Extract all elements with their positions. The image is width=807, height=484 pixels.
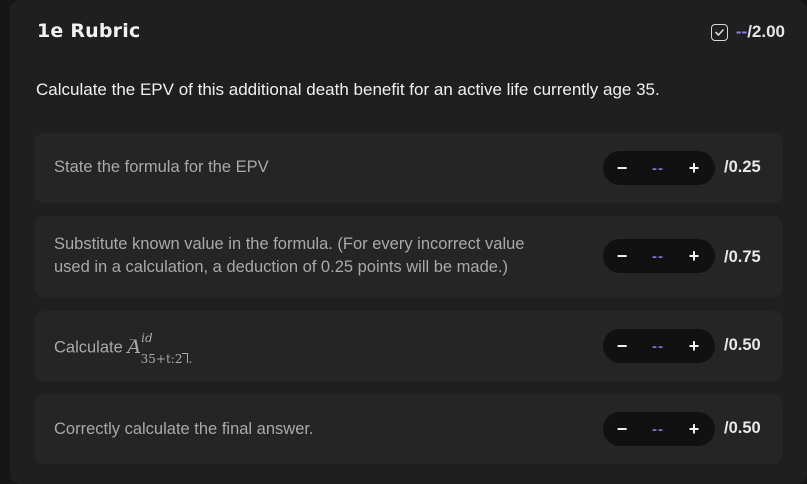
math-subscript: 35+t:2. bbox=[140, 351, 193, 366]
rubric-title: 1e Rubric bbox=[37, 20, 141, 42]
rubric-panel: 1e Rubric --/2.00 Calculate the EPV of t… bbox=[10, 0, 807, 484]
math-superscript: id bbox=[141, 331, 153, 345]
total-score-value: -- bbox=[735, 22, 748, 41]
math-expression: ‾ A id35+t:2. bbox=[127, 331, 193, 366]
score-stepper: − -- + bbox=[603, 412, 715, 446]
decrement-button[interactable]: − bbox=[615, 420, 629, 438]
rubric-item-text: Substitute known value in the formula. (… bbox=[54, 233, 524, 279]
rubric-item: Substitute known value in the formula. (… bbox=[34, 216, 783, 298]
score-input[interactable]: -- bbox=[652, 248, 664, 265]
max-points: /0.50 bbox=[724, 336, 761, 354]
score-input[interactable]: -- bbox=[652, 421, 664, 438]
rubric-item-label: Calculate bbox=[54, 338, 123, 357]
max-points: /0.75 bbox=[724, 248, 761, 266]
max-points: /0.25 bbox=[724, 158, 761, 176]
rubric-item-text: State the formula for the EPV bbox=[54, 158, 269, 176]
decrement-button[interactable]: − bbox=[615, 247, 629, 265]
increment-button[interactable]: + bbox=[687, 247, 701, 265]
question-text: Calculate the EPV of this additional dea… bbox=[36, 80, 660, 99]
increment-button[interactable]: + bbox=[687, 337, 701, 355]
rubric-item: Correctly calculate the final answer. − … bbox=[34, 394, 783, 464]
checkbox-check-icon[interactable] bbox=[710, 23, 728, 41]
rubric-item-text-line: used in a calculation, a deduction of 0.… bbox=[54, 258, 509, 276]
score-input[interactable]: -- bbox=[652, 338, 664, 355]
max-points: /0.50 bbox=[724, 419, 761, 437]
rubric-item-text: Calculate ‾ A id35+t:2. bbox=[54, 331, 204, 366]
decrement-button[interactable]: − bbox=[615, 337, 629, 355]
rubric-item: Calculate ‾ A id35+t:2. − -- + /0.50 bbox=[34, 311, 783, 381]
total-score-max: /2.00 bbox=[747, 22, 785, 41]
rubric-item-text: Correctly calculate the final answer. bbox=[54, 420, 314, 438]
score-input[interactable]: -- bbox=[652, 160, 664, 177]
rubric-item-text-line: Substitute known value in the formula. (… bbox=[54, 235, 525, 253]
score-stepper: − -- + bbox=[603, 239, 715, 273]
decrement-button[interactable]: − bbox=[615, 159, 629, 177]
increment-button[interactable]: + bbox=[687, 420, 701, 438]
increment-button[interactable]: + bbox=[687, 159, 701, 177]
score-stepper: − -- + bbox=[603, 151, 715, 185]
total-score: --/2.00 bbox=[710, 22, 785, 42]
rubric-item: State the formula for the EPV − -- + /0.… bbox=[34, 133, 783, 203]
score-stepper: − -- + bbox=[603, 329, 715, 363]
